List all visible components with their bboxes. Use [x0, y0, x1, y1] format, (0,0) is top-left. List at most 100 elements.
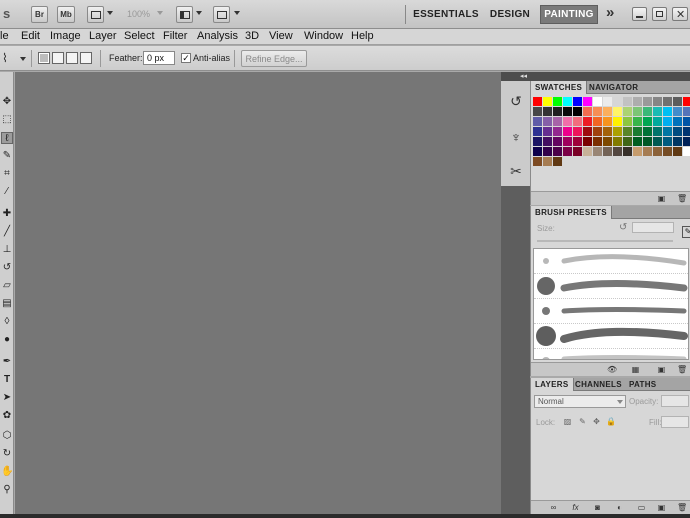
menu-analysis[interactable]: Analysis [197, 30, 238, 42]
arrange-documents-button[interactable] [176, 6, 193, 23]
swatch-color[interactable] [643, 97, 652, 106]
swatch-color[interactable] [683, 147, 690, 156]
3d-rotate-icon[interactable]: ⬡ [1, 430, 13, 442]
swatch-color[interactable] [553, 97, 562, 106]
swatch-color[interactable] [673, 137, 682, 146]
swatch-color[interactable] [553, 117, 562, 126]
clone-stamp-icon[interactable]: ⊥ [1, 244, 13, 256]
minimize-button[interactable] [632, 7, 647, 21]
swatch-color[interactable] [533, 147, 542, 156]
swatch-color[interactable] [543, 147, 552, 156]
lock-all-icon[interactable]: 🔒 [606, 417, 616, 426]
swatch-color[interactable] [603, 117, 612, 126]
swatch-color[interactable] [603, 137, 612, 146]
swatch-color[interactable] [663, 127, 672, 136]
swatch-color[interactable] [543, 137, 552, 146]
swatch-color[interactable] [583, 117, 592, 126]
swatch-color[interactable] [563, 127, 572, 136]
swatch-color[interactable] [633, 147, 642, 156]
swatch-color[interactable] [543, 117, 552, 126]
new-brush-preset-icon[interactable]: ▣ [657, 365, 666, 374]
move-icon[interactable]: ✥ [1, 96, 13, 108]
swatch-color[interactable] [573, 127, 582, 136]
subtract-selection-button[interactable] [66, 52, 78, 64]
swatch-color[interactable] [593, 127, 602, 136]
gradient-icon[interactable]: ▤ [1, 298, 13, 310]
swatch-color[interactable] [533, 157, 542, 166]
brush-panel-icon[interactable]: ♆ [504, 125, 528, 149]
swatch-color[interactable] [633, 127, 642, 136]
swatch-color[interactable] [653, 107, 662, 116]
swatch-color[interactable] [623, 137, 632, 146]
size-field[interactable] [632, 222, 674, 233]
swatch-color[interactable] [613, 107, 622, 116]
swatch-color[interactable] [583, 97, 592, 106]
3d-orbit-icon[interactable]: ↻ [1, 448, 13, 460]
swatch-color[interactable] [623, 97, 632, 106]
swatch-color[interactable] [553, 157, 562, 166]
swatch-color[interactable] [583, 107, 592, 116]
open-preset-manager-icon[interactable]: ▦ [631, 365, 640, 374]
brush-preset-2[interactable] [534, 274, 688, 299]
swatch-color[interactable] [593, 147, 602, 156]
swatch-color[interactable] [643, 147, 652, 156]
swatch-color[interactable] [643, 137, 652, 146]
swatch-color[interactable] [593, 97, 602, 106]
new-selection-button[interactable] [38, 52, 50, 64]
hand-icon[interactable]: ✋ [1, 466, 13, 478]
swatch-color[interactable] [643, 117, 652, 126]
swatch-color[interactable] [543, 107, 552, 116]
refine-edge-button[interactable]: Refine Edge... [241, 50, 307, 67]
swatch-color[interactable] [543, 97, 552, 106]
workspace-painting[interactable]: PAINTING [540, 5, 598, 24]
zoom-caret[interactable] [157, 11, 163, 15]
swatch-color[interactable] [613, 97, 622, 106]
swatch-color[interactable] [543, 127, 552, 136]
document-canvas-area[interactable] [15, 72, 501, 518]
swatch-color[interactable] [663, 147, 672, 156]
toggle-brush-preview-icon[interactable]: 👁 [607, 365, 617, 374]
swatch-color[interactable] [563, 107, 572, 116]
layer-mask-icon[interactable]: ◙ [593, 503, 602, 512]
blend-mode-select[interactable]: Normal [534, 395, 626, 408]
path-select-icon[interactable]: ➤ [1, 392, 13, 404]
brush-preset-4[interactable] [534, 324, 688, 349]
swatch-color[interactable] [633, 117, 642, 126]
menu-image[interactable]: Image [50, 30, 81, 42]
swatch-color[interactable] [633, 107, 642, 116]
swatch-color[interactable] [533, 107, 542, 116]
swatch-color[interactable] [643, 107, 652, 116]
tab-brush-presets[interactable]: BRUSH PRESETS [531, 206, 612, 219]
swatch-color[interactable] [563, 137, 572, 146]
swatch-color[interactable] [583, 147, 592, 156]
swatch-color[interactable] [563, 117, 572, 126]
swatch-color[interactable] [653, 97, 662, 106]
swatch-color[interactable] [563, 147, 572, 156]
swatch-color[interactable] [573, 137, 582, 146]
more-workspaces-button[interactable]: » [606, 4, 614, 21]
swatch-color[interactable] [533, 127, 542, 136]
restore-button[interactable] [652, 7, 667, 21]
menu-layer[interactable]: Layer [89, 30, 117, 42]
swatch-color[interactable] [563, 97, 572, 106]
type-icon[interactable]: T [1, 374, 13, 386]
delete-swatch-icon[interactable]: 🗑 [677, 194, 687, 203]
blend-mode-caret[interactable] [617, 400, 623, 404]
swatch-color[interactable] [593, 137, 602, 146]
screen-mode-button[interactable] [213, 6, 230, 23]
intersect-selection-button[interactable] [80, 52, 92, 64]
opacity-field[interactable] [661, 395, 689, 407]
pen-icon[interactable]: ✒ [1, 356, 13, 368]
swatch-color[interactable] [583, 137, 592, 146]
swatch-color[interactable] [683, 127, 690, 136]
dodge-icon[interactable]: ● [1, 334, 13, 346]
history-brush-icon[interactable]: ↺ [1, 262, 13, 274]
anti-alias-checkbox[interactable]: ✓ [181, 53, 191, 63]
workspace-design[interactable]: DESIGN [486, 5, 534, 24]
delete-brush-icon[interactable]: 🗑 [677, 365, 687, 374]
tab-navigator[interactable]: NAVIGATOR [585, 81, 642, 94]
swatch-color[interactable] [623, 127, 632, 136]
link-layers-icon[interactable]: ∞ [549, 503, 558, 512]
tab-channels[interactable]: CHANNELS [571, 378, 626, 391]
new-group-icon[interactable]: ▭ [637, 503, 646, 512]
